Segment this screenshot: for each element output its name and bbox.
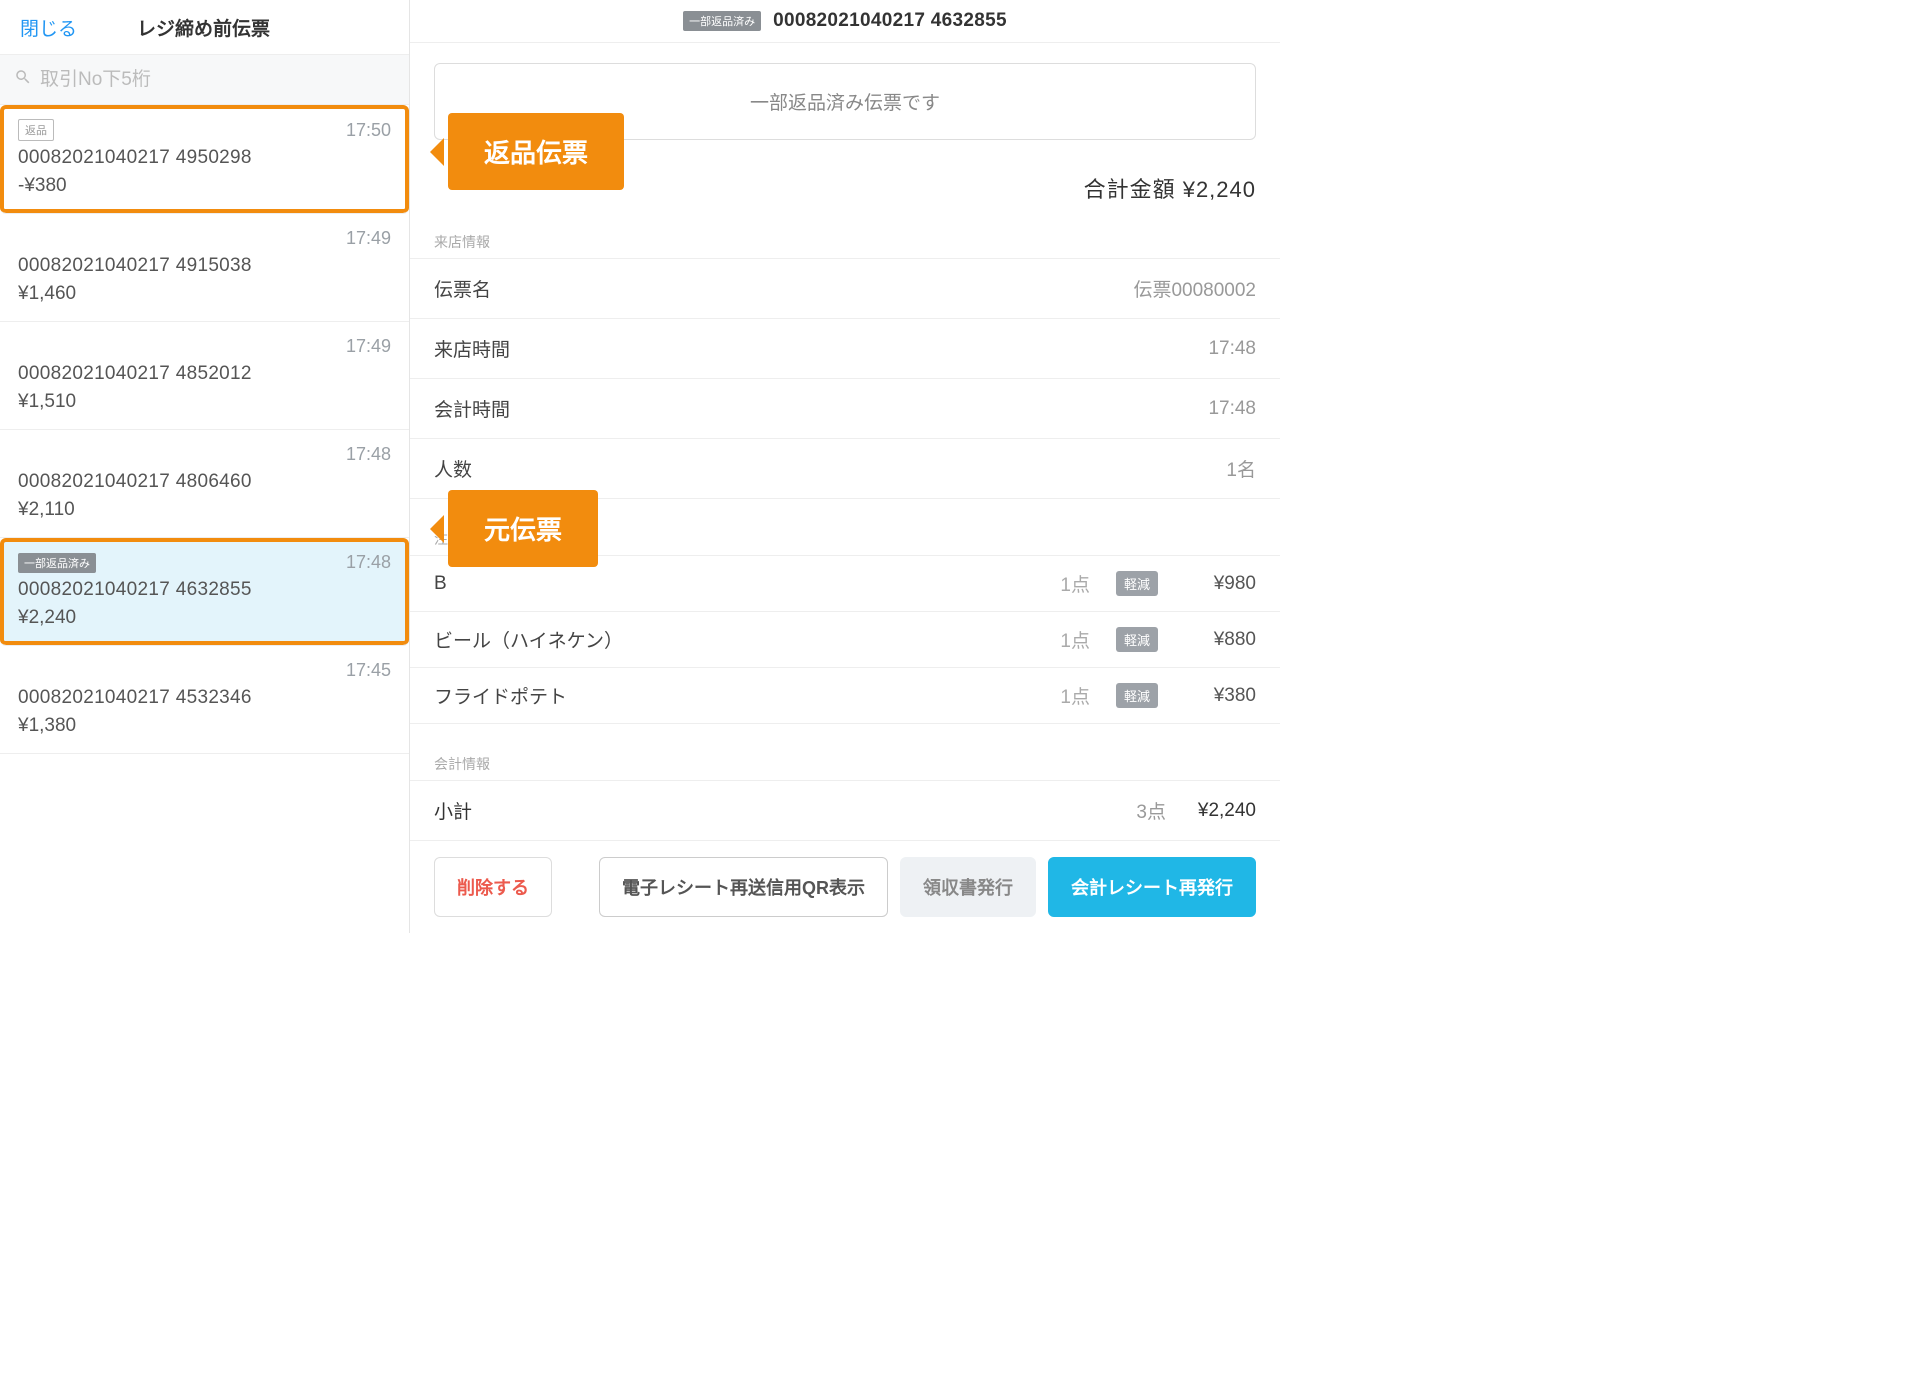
item-time: 17:50	[346, 120, 391, 141]
order-price: ¥380	[1166, 685, 1256, 707]
item-amount: ¥1,380	[18, 715, 391, 737]
item-time: 17:45	[346, 660, 391, 681]
order-qty: 1点	[1020, 570, 1090, 597]
section-visit-title: 来店情報	[410, 222, 1280, 259]
info-key: 来店時間	[434, 335, 510, 362]
right-header: 一部返品済み 00082021040217 4632855	[410, 0, 1280, 43]
order-qty: 1点	[1020, 626, 1090, 653]
list-item[interactable]: 17:49 00082021040217 4852012 ¥1,510	[0, 322, 409, 430]
subtotal-qty: 3点	[1096, 797, 1166, 824]
search-bar[interactable]	[0, 55, 409, 105]
item-amount: ¥2,110	[18, 499, 391, 521]
tax-badge: 軽減	[1116, 571, 1158, 596]
left-panel: 閉じる レジ締め前伝票 返品 17:50 00082021040217 495029…	[0, 0, 410, 933]
total-label: 合計金額	[1084, 177, 1176, 202]
info-row: 伝票名 伝票00080002	[410, 259, 1280, 319]
info-value: 1名	[1226, 455, 1256, 482]
qr-button[interactable]: 電子レシート再送信用QR表示	[599, 857, 888, 917]
order-qty: 1点	[1020, 682, 1090, 709]
item-id: 00082021040217 4852012	[18, 363, 391, 385]
search-icon	[14, 68, 40, 91]
list-item[interactable]: 17:48 00082021040217 4806460 ¥2,110	[0, 430, 409, 538]
subtotal-row: 小計 3点 ¥2,240	[410, 781, 1280, 840]
item-id: 00082021040217 4915038	[18, 255, 391, 277]
item-amount: -¥380	[18, 175, 391, 197]
item-amount: ¥2,240	[18, 607, 391, 629]
item-amount: ¥1,510	[18, 391, 391, 413]
order-row: フライドポテト 1点 軽減 ¥380	[410, 668, 1280, 724]
transaction-list: 返品 17:50 00082021040217 4950298 -¥380 17:49 0…	[0, 105, 409, 933]
item-time: 17:49	[346, 228, 391, 249]
subtotal-price: ¥2,240	[1166, 800, 1256, 822]
list-item[interactable]: 一部返品済み 17:48 00082021040217 4632855 ¥2,240	[0, 538, 409, 646]
status-badge: 返品	[18, 119, 54, 141]
info-key: 伝票名	[434, 275, 491, 302]
item-id: 00082021040217 4632855	[18, 579, 391, 601]
info-value: 17:48	[1208, 338, 1256, 360]
left-header: 閉じる レジ締め前伝票	[0, 0, 409, 55]
item-time: 17:49	[346, 336, 391, 357]
info-value: 17:48	[1208, 398, 1256, 420]
callout-source-slip: 元伝票	[448, 490, 598, 567]
search-input[interactable]	[40, 69, 395, 91]
tax-badge: 軽減	[1116, 683, 1158, 708]
item-amount: ¥1,460	[18, 283, 391, 305]
section-payment-title: 会計情報	[410, 744, 1280, 781]
order-name: ビール（ハイネケン）	[434, 626, 1012, 653]
subtotal-label: 小計	[434, 797, 1096, 824]
item-id: 00082021040217 4532346	[18, 687, 391, 709]
right-panel: 一部返品済み 00082021040217 4632855 一部返品済み伝票です…	[410, 0, 1280, 933]
item-time: 17:48	[346, 444, 391, 465]
item-id: 00082021040217 4950298	[18, 147, 391, 169]
order-name: B	[434, 573, 1012, 595]
info-row: 会計時間 17:48	[410, 379, 1280, 439]
panel-title: レジ締め前伝票	[137, 14, 270, 41]
item-id: 00082021040217 4806460	[18, 471, 391, 493]
list-item[interactable]: 17:49 00082021040217 4915038 ¥1,460	[0, 214, 409, 322]
info-value: 伝票00080002	[1133, 275, 1256, 302]
transaction-id: 00082021040217 4632855	[773, 10, 1007, 32]
item-time: 17:48	[346, 552, 391, 573]
footer-actions: 削除する 電子レシート再送信用QR表示 領収書発行 会計レシート再発行	[410, 840, 1280, 933]
reprint-button[interactable]: 会計レシート再発行	[1048, 857, 1256, 917]
order-row: ビール（ハイネケン） 1点 軽減 ¥880	[410, 612, 1280, 668]
list-item[interactable]: 返品 17:50 00082021040217 4950298 -¥380	[0, 105, 409, 214]
status-badge: 一部返品済み	[683, 11, 761, 31]
order-price: ¥880	[1166, 629, 1256, 651]
tax-badge: 軽減	[1116, 627, 1158, 652]
info-key: 人数	[434, 455, 472, 482]
callout-return-slip: 返品伝票	[448, 113, 624, 190]
order-price: ¥980	[1166, 573, 1256, 595]
list-item[interactable]: 17:45 00082021040217 4532346 ¥1,380	[0, 646, 409, 754]
status-badge: 一部返品済み	[18, 553, 96, 573]
info-key: 会計時間	[434, 395, 510, 422]
total-value: ¥2,240	[1183, 177, 1256, 202]
order-name: フライドポテト	[434, 682, 1012, 709]
close-button[interactable]: 閉じる	[20, 14, 77, 41]
delete-button[interactable]: 削除する	[434, 857, 552, 917]
receipt-button[interactable]: 領収書発行	[900, 857, 1036, 917]
info-row: 来店時間 17:48	[410, 319, 1280, 379]
